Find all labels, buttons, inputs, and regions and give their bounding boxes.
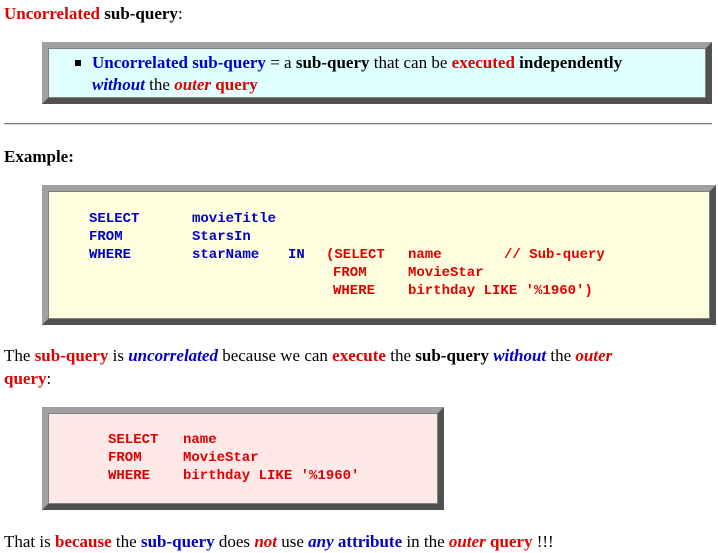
sub-query-code: SELECT name FROM MovieStar WHERE birthda… — [0, 0, 359, 484]
sql-keyword-where: WHERE — [89, 247, 132, 263]
explanation-text: because we can — [217, 346, 333, 365]
sql-keyword-where: WHERE — [333, 283, 376, 299]
explanation-subquery: sub-query — [415, 346, 489, 365]
explanation-execute: execute — [332, 346, 386, 365]
conclusion-text: use — [277, 532, 309, 551]
explanation-uncorrelated: uncorrelated — [128, 346, 218, 365]
definition-text: = a — [265, 53, 296, 72]
sql-condition: birthday LIKE '%1960') — [408, 283, 593, 299]
conclusion-text: the — [111, 532, 141, 551]
sql-table: MovieStar — [183, 450, 259, 466]
sql-keyword-in: IN — [288, 247, 305, 263]
definition-text: that can be — [369, 53, 452, 72]
conclusion-subquery: sub-query — [140, 532, 215, 551]
sql-keyword-where: WHERE — [108, 468, 151, 484]
explanation-line-2: query: — [4, 368, 51, 390]
section-heading: Uncorrelated sub-query: — [4, 3, 183, 25]
conclusion-text: That is — [4, 532, 55, 551]
conclusion-exclaim: !!! — [532, 532, 554, 551]
explanation-outer: outer — [575, 346, 613, 365]
sql-table: MovieStar — [408, 265, 484, 281]
conclusion-attribute: attribute — [337, 532, 403, 551]
definition-independently: independently — [514, 53, 623, 72]
heading-subquery: sub-query — [104, 4, 178, 23]
sql-column: name — [183, 432, 217, 448]
definition-query: query — [211, 75, 258, 94]
sql-table: StarsIn — [192, 229, 251, 245]
conclusion-not: not — [254, 532, 277, 551]
definition-text: the — [144, 75, 175, 94]
definition-line-1: Uncorrelated sub-query = a sub-query tha… — [92, 52, 622, 74]
bullet-icon — [75, 60, 81, 66]
explanation-text: the — [546, 346, 576, 365]
definition-term: Uncorrelated sub-query — [92, 53, 266, 72]
definition-without: without — [92, 75, 145, 94]
sql-keyword-select: (SELECT — [326, 247, 385, 263]
sql-keyword-select: SELECT — [108, 432, 159, 448]
explanation-line-1: The sub-query is uncorrelated because we… — [4, 345, 612, 367]
explanation-without: without — [493, 346, 547, 365]
conclusion-query: query — [485, 532, 533, 551]
conclusion-because: because — [55, 532, 112, 551]
sql-column: starName — [192, 247, 260, 263]
definition-outer: outer — [174, 75, 212, 94]
explanation-query: query — [4, 369, 47, 388]
sql-comment: // Sub-query — [504, 247, 605, 263]
explanation-text: is — [108, 346, 129, 365]
sql-keyword-from: FROM — [333, 265, 367, 281]
definition-line-2: without the outer query — [92, 74, 258, 96]
explanation-text: the — [385, 346, 416, 365]
divider — [4, 123, 712, 125]
conclusion-text: does — [214, 532, 255, 551]
conclusion-any: any — [308, 532, 334, 551]
sql-condition: birthday LIKE '%1960' — [183, 468, 360, 484]
sql-column: movieTitle — [192, 211, 277, 227]
heading-uncorrelated: Uncorrelated — [4, 4, 100, 23]
explanation-subquery: sub-query — [34, 346, 109, 365]
definition-executed: executed — [451, 53, 515, 72]
conclusion-outer: outer — [448, 532, 486, 551]
sql-keyword-select: SELECT — [89, 211, 140, 227]
conclusion-line: That is because the sub-query does not u… — [4, 531, 554, 553]
conclusion-text: in the — [402, 532, 449, 551]
sql-column: name — [408, 247, 442, 263]
heading-colon: : — [177, 4, 183, 23]
sql-keyword-from: FROM — [108, 450, 142, 466]
explanation-text: The — [4, 346, 35, 365]
explanation-colon: : — [46, 369, 52, 388]
sql-keyword-from: FROM — [89, 229, 123, 245]
definition-subquery: sub-query — [295, 53, 370, 72]
example-label: Example: — [4, 147, 74, 166]
